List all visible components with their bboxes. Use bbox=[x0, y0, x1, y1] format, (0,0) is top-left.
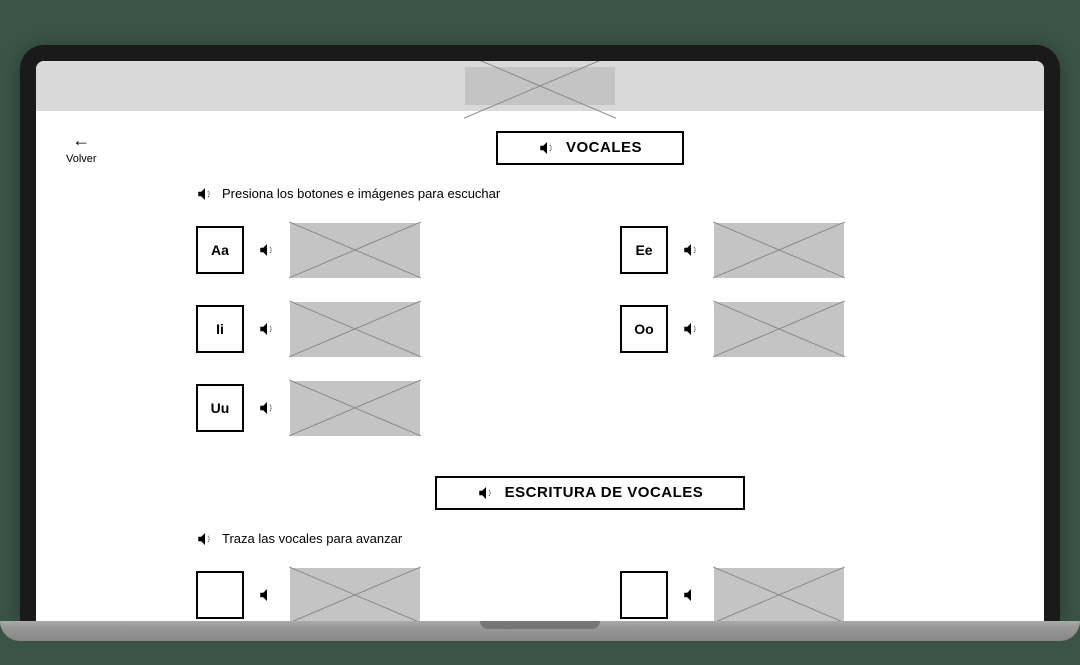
main-content: VOCALES Presiona los botones e imágenes … bbox=[196, 131, 984, 621]
sound-icon[interactable] bbox=[258, 399, 276, 417]
laptop-base bbox=[0, 621, 1080, 641]
laptop-frame: ← Volver VOCALES bbox=[20, 45, 1060, 621]
sound-icon[interactable] bbox=[258, 320, 276, 338]
sound-icon[interactable] bbox=[196, 185, 214, 203]
sound-icon[interactable] bbox=[258, 241, 276, 259]
sound-icon[interactable] bbox=[196, 530, 214, 548]
trace-item bbox=[196, 568, 560, 621]
vowel-item-i: Ii bbox=[196, 302, 560, 357]
sound-icon[interactable] bbox=[682, 320, 700, 338]
section-title-vocales[interactable]: VOCALES bbox=[496, 131, 684, 165]
vowel-button-i[interactable]: Ii bbox=[196, 305, 244, 353]
vowel-button-a[interactable]: Aa bbox=[196, 226, 244, 274]
back-button[interactable]: ← Volver bbox=[66, 131, 97, 165]
header-bar bbox=[36, 61, 1044, 111]
image-placeholder-e[interactable] bbox=[714, 223, 844, 278]
logo-placeholder[interactable] bbox=[465, 67, 615, 105]
section-title-label-2: ESCRITURA DE VOCALES bbox=[505, 484, 704, 501]
screen: ← Volver VOCALES bbox=[36, 61, 1044, 621]
sound-icon bbox=[477, 484, 495, 502]
instruction-row-2: Traza las vocales para avanzar bbox=[196, 530, 984, 548]
vowel-item-e: Ee bbox=[620, 223, 984, 278]
vowel-button-u[interactable]: Uu bbox=[196, 384, 244, 432]
image-placeholder-a[interactable] bbox=[290, 223, 420, 278]
back-label: Volver bbox=[66, 153, 97, 165]
trace-item bbox=[620, 568, 984, 621]
instruction-row: Presiona los botones e imágenes para esc… bbox=[196, 185, 984, 203]
image-placeholder-i[interactable] bbox=[290, 302, 420, 357]
vowel-grid: Aa Ee Ii bbox=[196, 223, 984, 436]
trace-button[interactable] bbox=[196, 571, 244, 619]
trace-grid bbox=[196, 568, 984, 621]
laptop-mockup: ← Volver VOCALES bbox=[20, 45, 1060, 641]
instruction-text: Presiona los botones e imágenes para esc… bbox=[222, 186, 500, 201]
image-placeholder-o[interactable] bbox=[714, 302, 844, 357]
sound-icon[interactable] bbox=[258, 586, 276, 604]
trace-placeholder[interactable] bbox=[290, 568, 420, 621]
vowel-item-a: Aa bbox=[196, 223, 560, 278]
section-title-label: VOCALES bbox=[566, 139, 642, 156]
vowel-item-u: Uu bbox=[196, 381, 984, 436]
section-title-escritura[interactable]: ESCRITURA DE VOCALES bbox=[435, 476, 746, 510]
image-placeholder-u[interactable] bbox=[290, 381, 420, 436]
section-title-row-2: ESCRITURA DE VOCALES bbox=[196, 476, 984, 510]
back-arrow-icon: ← bbox=[66, 131, 97, 149]
sound-icon[interactable] bbox=[682, 241, 700, 259]
vowel-item-o: Oo bbox=[620, 302, 984, 357]
trace-placeholder[interactable] bbox=[714, 568, 844, 621]
sound-icon[interactable] bbox=[682, 586, 700, 604]
vowel-button-o[interactable]: Oo bbox=[620, 305, 668, 353]
section-title-row: VOCALES bbox=[196, 131, 984, 165]
sound-icon bbox=[538, 139, 556, 157]
instruction-text-2: Traza las vocales para avanzar bbox=[222, 531, 402, 546]
vowel-button-e[interactable]: Ee bbox=[620, 226, 668, 274]
trace-button[interactable] bbox=[620, 571, 668, 619]
content-area: ← Volver VOCALES bbox=[36, 111, 1044, 621]
